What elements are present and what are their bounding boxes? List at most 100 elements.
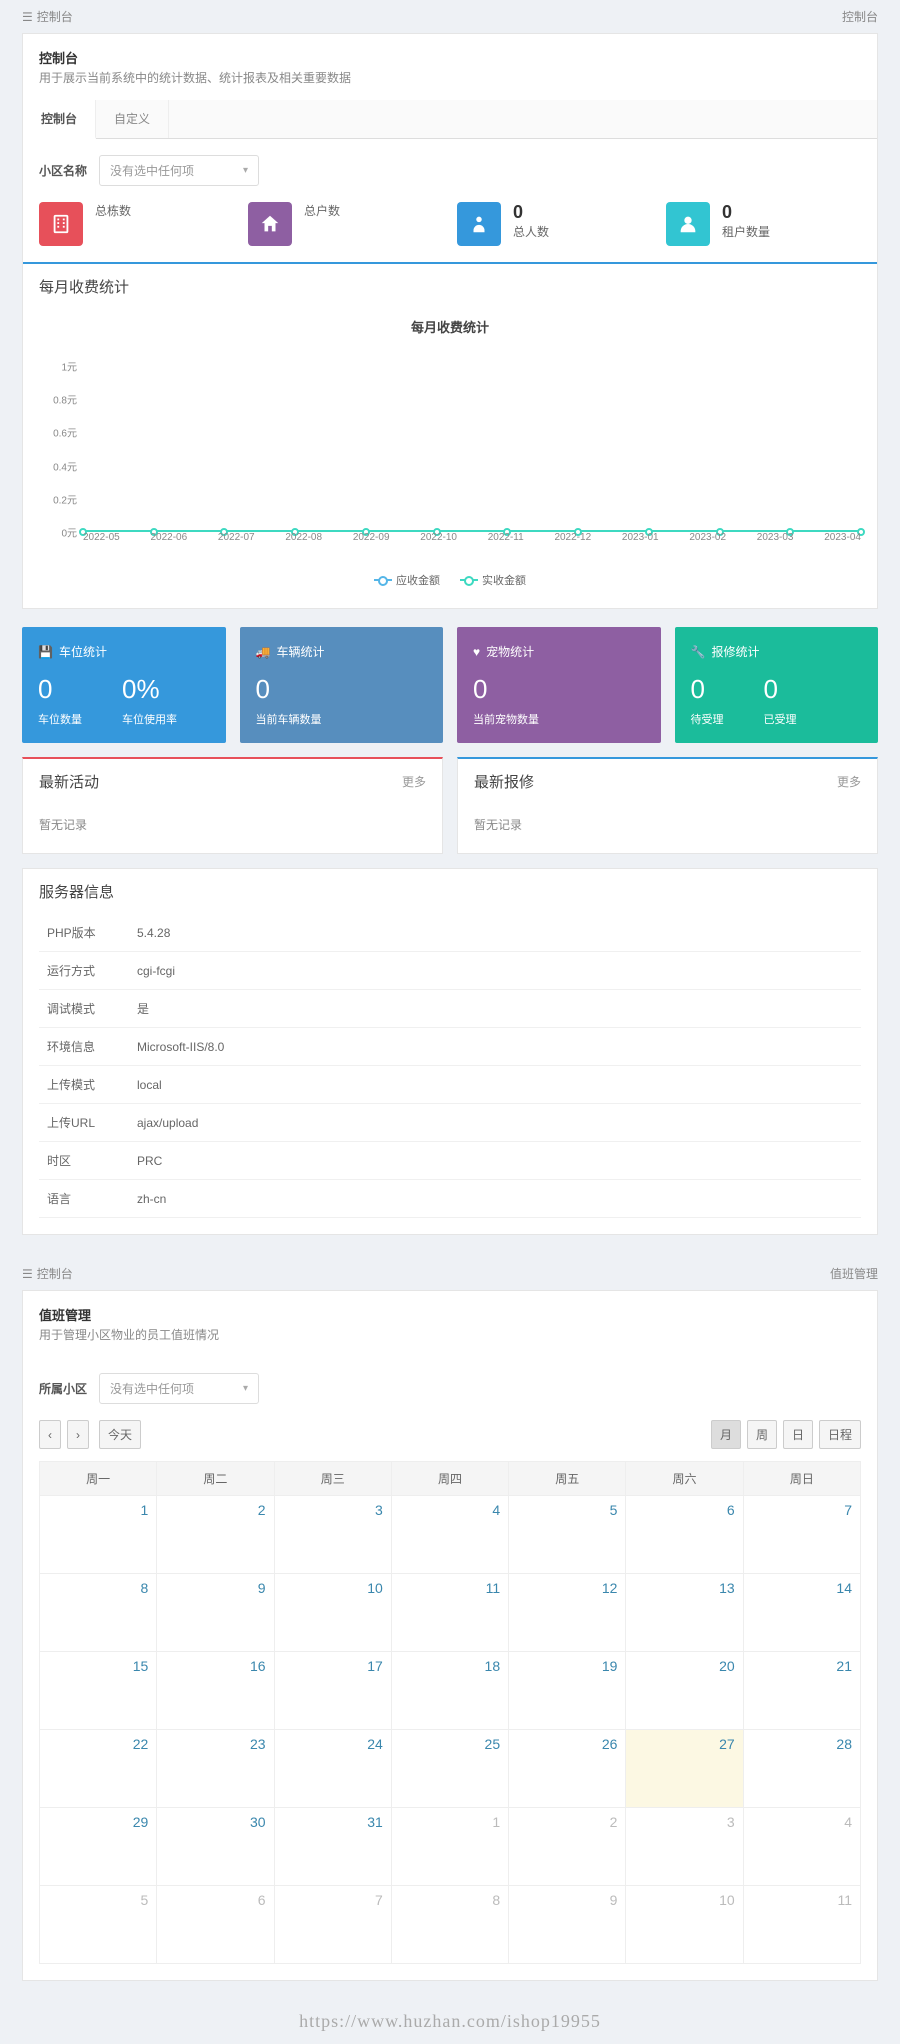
cal-day[interactable]: 3 — [274, 1496, 391, 1574]
cal-day[interactable]: 3 — [626, 1808, 743, 1886]
cal-day[interactable]: 15 — [40, 1652, 157, 1730]
tab-custom[interactable]: 自定义 — [96, 100, 169, 138]
cal-day[interactable]: 8 — [40, 1574, 157, 1652]
cal-day[interactable]: 21 — [743, 1652, 860, 1730]
breadcrumb-title: 控制台 — [37, 1265, 73, 1282]
cal-day[interactable]: 11 — [391, 1574, 508, 1652]
cal-day[interactable]: 18 — [391, 1652, 508, 1730]
cal-day[interactable]: 6 — [626, 1496, 743, 1574]
cal-day[interactable]: 11 — [743, 1886, 860, 1964]
cal-day[interactable]: 4 — [391, 1496, 508, 1574]
widget-value: 0% — [122, 674, 177, 705]
cal-day[interactable]: 14 — [743, 1574, 860, 1652]
breadcrumb: ☰ 控制台 值班管理 — [0, 1257, 900, 1290]
cal-day[interactable]: 4 — [743, 1808, 860, 1886]
breadcrumb: ☰ 控制台 控制台 — [0, 0, 900, 33]
widget-车位统计[interactable]: 💾车位统计 0车位数量0%车位使用率 — [22, 627, 226, 743]
widget-sublabel: 待受理 — [691, 711, 724, 727]
cal-day[interactable]: 13 — [626, 1574, 743, 1652]
cal-day[interactable]: 16 — [157, 1652, 274, 1730]
info-value: 5.4.28 — [129, 914, 861, 952]
cal-day[interactable]: 2 — [157, 1496, 274, 1574]
cal-day[interactable]: 7 — [743, 1496, 860, 1574]
cal-today-button[interactable]: 今天 — [99, 1420, 141, 1449]
breadcrumb-title: 控制台 — [37, 8, 73, 25]
cal-day[interactable]: 29 — [40, 1808, 157, 1886]
community-select[interactable]: 没有选中任何项 ▾ — [99, 155, 259, 186]
cal-day[interactable]: 27 — [626, 1730, 743, 1808]
info-key: 上传URL — [39, 1104, 129, 1142]
cal-day[interactable]: 20 — [626, 1652, 743, 1730]
cal-view-day[interactable]: 日 — [783, 1420, 813, 1449]
x-tick: 2022-05 — [83, 532, 120, 556]
latest-repair-panel: 最新报修 更多 暂无记录 — [457, 757, 878, 854]
cal-day[interactable]: 26 — [509, 1730, 626, 1808]
cal-day[interactable]: 17 — [274, 1652, 391, 1730]
cal-day[interactable]: 5 — [509, 1496, 626, 1574]
calendar-table: 周一周二周三周四周五周六周日 1234567891011121314151617… — [39, 1461, 861, 1964]
dashboard-icon: ☰ — [22, 10, 33, 24]
cal-day[interactable]: 1 — [40, 1496, 157, 1574]
legend-item[interactable]: 应收金额 — [374, 572, 440, 588]
cal-day[interactable]: 30 — [157, 1808, 274, 1886]
cal-day[interactable]: 24 — [274, 1730, 391, 1808]
y-tick: 0元 — [61, 525, 77, 540]
info-value: Microsoft-IIS/8.0 — [129, 1028, 861, 1066]
cal-day[interactable]: 9 — [157, 1574, 274, 1652]
legend-item[interactable]: 实收金额 — [460, 572, 526, 588]
cal-week-row: 2930311234 — [40, 1808, 861, 1886]
cal-day[interactable]: 9 — [509, 1886, 626, 1964]
latest-repair-title: 最新报修 — [474, 771, 534, 792]
cal-day[interactable]: 22 — [40, 1730, 157, 1808]
x-tick: 2023-02 — [689, 532, 726, 556]
cal-day[interactable]: 5 — [40, 1886, 157, 1964]
widget-sublabel: 已受理 — [764, 711, 797, 727]
cal-day[interactable]: 8 — [391, 1886, 508, 1964]
cal-day[interactable]: 19 — [509, 1652, 626, 1730]
cal-day[interactable]: 1 — [391, 1808, 508, 1886]
cal-day[interactable]: 10 — [626, 1886, 743, 1964]
x-tick: 2022-09 — [353, 532, 390, 556]
cal-day[interactable]: 28 — [743, 1730, 860, 1808]
legend-dot-icon — [460, 579, 478, 581]
widget-车辆统计[interactable]: 🚚车辆统计 0当前车辆数量 — [240, 627, 444, 743]
widget-报修统计[interactable]: 🔧报修统计 0待受理0已受理 — [675, 627, 879, 743]
cal-next-button[interactable]: › — [67, 1420, 89, 1449]
widget-title: 车辆统计 — [276, 643, 324, 660]
widget-宠物统计[interactable]: ♥宠物统计 0当前宠物数量 — [457, 627, 661, 743]
server-info-table: PHP版本5.4.28运行方式cgi-fcgi调试模式是环境信息Microsof… — [39, 914, 861, 1218]
cal-weekday: 周三 — [274, 1462, 391, 1496]
cal-day[interactable]: 2 — [509, 1808, 626, 1886]
cal-day[interactable]: 23 — [157, 1730, 274, 1808]
latest-activity-empty: 暂无记录 — [23, 804, 442, 853]
cal-week-row: 567891011 — [40, 1886, 861, 1964]
server-info-row: 运行方式cgi-fcgi — [39, 952, 861, 990]
y-tick: 0.6元 — [53, 425, 77, 440]
cal-day[interactable]: 10 — [274, 1574, 391, 1652]
cal-day[interactable]: 6 — [157, 1886, 274, 1964]
stat-总户数: 总户数 — [248, 202, 443, 246]
breadcrumb-right: 值班管理 — [830, 1265, 878, 1282]
latest-repair-more[interactable]: 更多 — [837, 773, 861, 790]
cal-day[interactable]: 7 — [274, 1886, 391, 1964]
chevron-down-icon: ▾ — [243, 1383, 248, 1394]
truck-icon: 🚚 — [256, 645, 271, 659]
y-tick: 0.8元 — [53, 392, 77, 407]
cal-view-month[interactable]: 月 — [711, 1420, 741, 1449]
widget-sublabel: 车位数量 — [38, 711, 82, 727]
cal-day[interactable]: 25 — [391, 1730, 508, 1808]
cal-weekday: 周日 — [743, 1462, 860, 1496]
cal-day[interactable]: 12 — [509, 1574, 626, 1652]
chevron-down-icon: ▾ — [243, 165, 248, 176]
cal-prev-button[interactable]: ‹ — [39, 1420, 61, 1449]
cal-view-list[interactable]: 日程 — [819, 1420, 861, 1449]
x-tick: 2022-06 — [150, 532, 187, 556]
x-tick: 2022-11 — [488, 532, 524, 556]
cal-view-week[interactable]: 周 — [747, 1420, 777, 1449]
legend-dot-icon — [374, 579, 392, 581]
tab-console[interactable]: 控制台 — [23, 100, 96, 139]
community-select[interactable]: 没有选中任何项 ▾ — [99, 1373, 259, 1404]
latest-activity-more[interactable]: 更多 — [402, 773, 426, 790]
cal-day[interactable]: 31 — [274, 1808, 391, 1886]
cal-weekday: 周四 — [391, 1462, 508, 1496]
